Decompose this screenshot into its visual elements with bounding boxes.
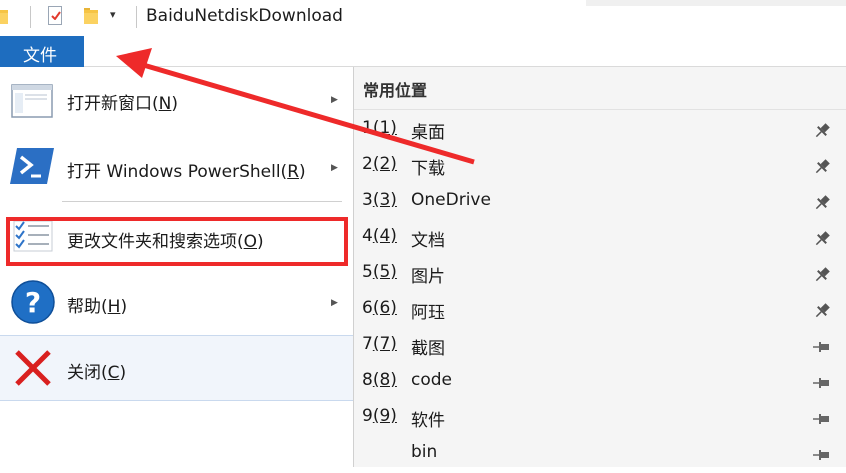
annotation-arrow-icon [116, 48, 475, 165]
